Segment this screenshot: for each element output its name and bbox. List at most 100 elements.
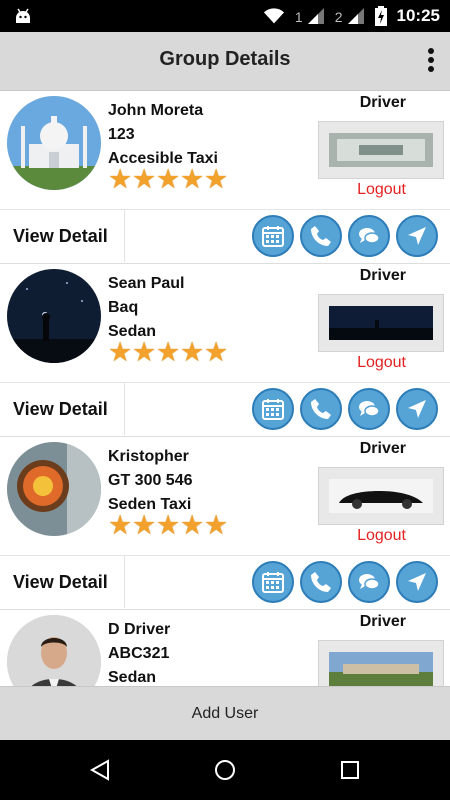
star-icon: ★ xyxy=(156,164,181,194)
member-name: John Moreta xyxy=(108,102,204,119)
vehicle-image xyxy=(318,467,444,525)
calendar-button[interactable] xyxy=(252,561,294,603)
star-icon: ★ xyxy=(204,337,229,367)
member-info: Kristopher GT 300 546 Seden Taxi ★ ★ ★ ★ ★ D… xyxy=(0,437,450,556)
logout-link[interactable]: Logout xyxy=(357,527,406,545)
call-button[interactable] xyxy=(300,215,342,257)
member-code: ABC321 xyxy=(108,645,170,662)
member-actions: View Detail xyxy=(0,556,450,608)
member-name: D Driver xyxy=(108,621,171,638)
sign-photo xyxy=(7,442,101,536)
calendar-button[interactable] xyxy=(252,388,294,430)
system-nav-bar xyxy=(0,740,450,800)
star-icon: ★ xyxy=(132,337,157,367)
member-card: John Moreta 123 Accesible Taxi ★ ★ ★ ★ ★ Dri… xyxy=(0,91,450,264)
call-button[interactable] xyxy=(300,561,342,603)
star-icon: ★ xyxy=(180,337,205,367)
star-icon: ★ xyxy=(180,164,205,194)
wifi-icon xyxy=(263,8,285,24)
rating-stars: ★ ★ ★ ★ ★ xyxy=(108,164,229,194)
signal-sim1: 1 xyxy=(295,7,325,25)
chat-icon xyxy=(359,574,380,590)
chat-button[interactable] xyxy=(348,215,390,257)
member-card: Sean Paul Baq Sedan ★ ★ ★ ★ ★ Driver Logout … xyxy=(0,264,450,437)
star-icon: ★ xyxy=(180,510,205,540)
back-icon[interactable] xyxy=(88,758,112,782)
avatar xyxy=(7,96,101,190)
signal-icon xyxy=(307,8,324,24)
navigate-icon xyxy=(408,227,426,245)
calendar-button[interactable] xyxy=(252,215,294,257)
member-code: 123 xyxy=(108,126,135,143)
logout-link[interactable]: Logout xyxy=(357,354,406,372)
calendar-icon xyxy=(262,226,284,247)
member-code: Baq xyxy=(108,299,139,316)
member-text: D Driver ABC321 Sedan xyxy=(108,618,170,686)
member-role: Driver xyxy=(359,94,406,111)
man-in-suit-photo xyxy=(7,615,101,686)
star-icon: ★ xyxy=(108,164,133,194)
add-user-button[interactable]: Add User xyxy=(0,686,450,741)
home-icon[interactable] xyxy=(213,758,237,782)
member-role: Driver xyxy=(359,613,406,630)
app-bar: Group Details xyxy=(0,32,450,91)
recents-icon[interactable] xyxy=(338,758,362,782)
taj-mahal-photo xyxy=(7,96,101,190)
rating-stars: ★ ★ ★ ★ ★ xyxy=(108,510,229,540)
navigate-button[interactable] xyxy=(396,561,438,603)
member-info: John Moreta 123 Accesible Taxi ★ ★ ★ ★ ★ Dri… xyxy=(0,91,450,210)
calendar-icon xyxy=(262,572,284,593)
phone-icon xyxy=(311,226,331,246)
star-icon: ★ xyxy=(156,510,181,540)
view-detail-button[interactable]: View Detail xyxy=(0,556,125,608)
member-role: Driver xyxy=(359,440,406,457)
view-detail-button[interactable]: View Detail xyxy=(0,383,125,435)
logout-link[interactable]: Logout xyxy=(357,181,406,199)
chat-icon xyxy=(359,401,380,417)
star-icon: ★ xyxy=(204,164,229,194)
night-silhouette-photo xyxy=(7,269,101,363)
member-list[interactable]: John Moreta 123 Accesible Taxi ★ ★ ★ ★ ★ Dri… xyxy=(0,91,450,686)
more-options-icon[interactable] xyxy=(426,46,436,76)
avatar xyxy=(7,615,101,686)
status-bar: 1 2 10:25 xyxy=(0,0,450,32)
calendar-icon xyxy=(262,399,284,420)
star-icon: ★ xyxy=(204,510,229,540)
star-icon: ★ xyxy=(132,510,157,540)
avatar xyxy=(7,269,101,363)
member-actions: View Detail xyxy=(0,210,450,262)
star-icon: ★ xyxy=(108,510,133,540)
member-text: Kristopher GT 300 546 Seden Taxi xyxy=(108,445,193,517)
navigate-button[interactable] xyxy=(396,388,438,430)
member-card: Kristopher GT 300 546 Seden Taxi ★ ★ ★ ★ ★ D… xyxy=(0,437,450,610)
signal-sim2: 2 xyxy=(335,7,365,25)
chat-button[interactable] xyxy=(348,561,390,603)
member-card: D Driver ABC321 Sedan Driver xyxy=(0,610,450,686)
star-icon: ★ xyxy=(156,337,181,367)
navigate-icon xyxy=(408,400,426,418)
member-actions: View Detail xyxy=(0,383,450,435)
chat-button[interactable] xyxy=(348,388,390,430)
member-text: John Moreta 123 Accesible Taxi xyxy=(108,99,218,171)
phone-icon xyxy=(311,572,331,592)
rating-stars: ★ ★ ★ ★ ★ xyxy=(108,337,229,367)
member-name: Kristopher xyxy=(108,448,189,465)
member-name: Sean Paul xyxy=(108,275,185,292)
member-role: Driver xyxy=(359,267,406,284)
page-title: Group Details xyxy=(159,48,291,70)
phone-icon xyxy=(311,399,331,419)
star-icon: ★ xyxy=(108,337,133,367)
member-info: D Driver ABC321 Sedan Driver xyxy=(0,610,450,686)
chat-icon xyxy=(359,228,380,244)
call-button[interactable] xyxy=(300,388,342,430)
navigate-button[interactable] xyxy=(396,215,438,257)
vehicle-image xyxy=(318,121,444,179)
member-text: Sean Paul Baq Sedan xyxy=(108,272,184,344)
battery-charging-icon xyxy=(374,6,387,26)
member-info: Sean Paul Baq Sedan ★ ★ ★ ★ ★ Driver Logout xyxy=(0,264,450,383)
clock: 10:25 xyxy=(396,6,440,25)
signal-icon xyxy=(347,8,364,24)
vehicle-image xyxy=(318,294,444,352)
navigate-icon xyxy=(408,573,426,591)
view-detail-button[interactable]: View Detail xyxy=(0,210,125,262)
